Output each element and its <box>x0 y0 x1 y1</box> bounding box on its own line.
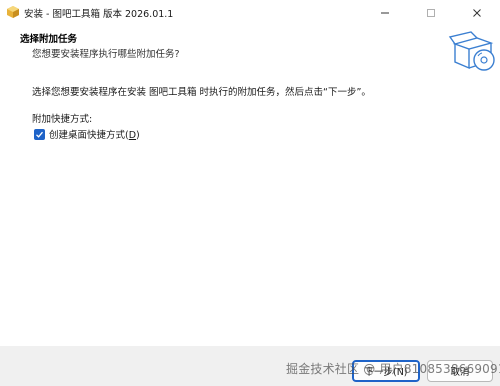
minimize-icon <box>381 12 389 14</box>
next-button[interactable]: 下一步(N) <box>352 360 420 382</box>
desktop-shortcut-checkbox[interactable] <box>34 128 45 140</box>
wizard-footer: 下一步(N) 取消 掘金技术社区 @ 用户8108538669091 <box>0 346 500 386</box>
page-title: 选择附加任务 <box>20 34 78 45</box>
shortcut-group-label: 附加快捷方式: <box>32 114 93 125</box>
desktop-shortcut-accelerator: D <box>128 130 137 141</box>
desktop-shortcut-label-suffix: ) <box>136 130 140 141</box>
close-icon <box>473 9 481 17</box>
wizard-header: 选择附加任务 您想要安装程序执行哪些附加任务? <box>0 26 500 78</box>
title-bar: 安装 - 图吧工具箱 版本 2026.01.1 <box>0 0 500 26</box>
installer-app-icon <box>7 6 19 18</box>
page-subtitle: 您想要安装程序执行哪些附加任务? <box>32 49 180 60</box>
close-button[interactable] <box>454 0 500 26</box>
desktop-shortcut-label-prefix: 创建桌面快捷方式( <box>49 130 129 141</box>
instruction-text: 选择您想要安装程序在安装 图吧工具箱 时执行的附加任务，然后点击“下一步”。 <box>32 87 371 98</box>
wizard-content: 选择您想要安装程序在安装 图吧工具箱 时执行的附加任务，然后点击“下一步”。 附… <box>0 78 500 346</box>
maximize-button[interactable] <box>408 0 454 26</box>
window-title: 安装 - 图吧工具箱 版本 2026.01.1 <box>24 9 174 20</box>
minimize-button[interactable] <box>362 0 408 26</box>
cancel-button[interactable]: 取消 <box>427 360 493 382</box>
box-disc-icon <box>448 31 495 71</box>
checkmark-icon <box>36 131 43 138</box>
maximize-icon <box>427 9 435 17</box>
desktop-shortcut-label[interactable]: 创建桌面快捷方式(D) <box>49 127 140 141</box>
desktop-shortcut-option[interactable]: 创建桌面快捷方式(D) <box>34 127 140 141</box>
